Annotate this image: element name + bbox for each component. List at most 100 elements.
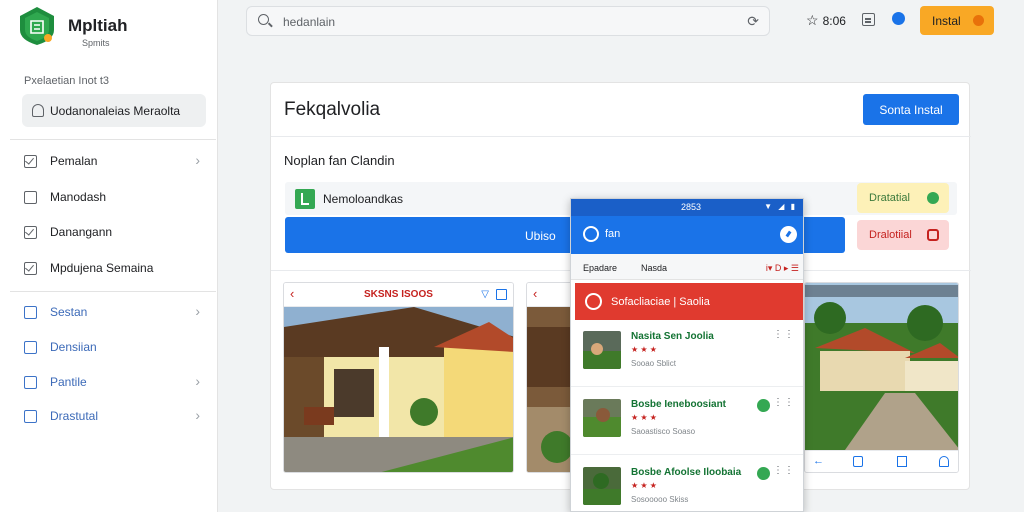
edit-icon [24,155,37,168]
item-meta: Sosooooo Skiss [631,495,689,504]
phone-app-bar: fan [571,216,803,254]
phone-tab[interactable]: Nasda [641,263,667,273]
item-stars: ★ ★ ★ [631,481,657,490]
checkbox-icon [24,262,37,275]
profile-dot-icon[interactable] [892,12,905,25]
status-pill-yellow[interactable]: Dratatial [857,183,949,213]
photo-bottom-bar: ← [805,450,958,472]
list-item[interactable]: Bosbe Ieneboosiant ★ ★ ★ Saoastisco Soas… [571,389,803,455]
sidebar-item-label: Manodash [50,190,107,204]
more-icon[interactable]: ⋮⋮ [773,465,795,476]
search-bar[interactable]: hedanlain ⟳ [246,6,770,36]
folder-icon [24,376,37,389]
item-meta: Saoastisco Soaso [631,427,696,436]
item-name: Nasita Sen Joolia [631,331,714,342]
back-icon[interactable]: ‹ [533,286,537,301]
sidebar-item-label: Pantile [50,375,87,389]
sidebar-item-drastutal[interactable]: Drastutal › [24,405,208,429]
check-circle-icon [927,192,939,204]
phone-banner[interactable]: Sofacliaciae | Saolia [575,283,803,320]
item-meta: Sooao Sblict [631,359,676,368]
chevron-right-icon: › [195,152,200,168]
square-icon[interactable] [496,289,507,300]
back-icon[interactable]: ‹ [290,286,294,301]
lock-icon[interactable] [939,456,949,467]
item-thumbnail [583,467,621,505]
download-icon [973,15,984,26]
more-icon[interactable]: ⋮⋮ [773,329,795,340]
square-icon[interactable] [897,456,907,467]
refresh-icon[interactable]: ⟳ [747,13,759,30]
sidebar-item-label: Drastutal [50,409,99,423]
item-stars: ★ ★ ★ [631,345,657,354]
chevron-right-icon: › [195,373,200,389]
sidebar-item-pantile[interactable]: Pantile › [24,371,208,395]
folder-icon [24,410,37,423]
sidebar-item-mpdujena[interactable]: Mpdujena Semaina [24,257,208,281]
sidebar-item-label: Pemalan [50,154,98,168]
sidebar-item-label: Densiian [50,340,97,354]
sidebar: Mpltiah Spmits Pxelaetian Inot t3 Uodano… [0,0,218,512]
home-icon[interactable] [853,456,863,467]
more-icon[interactable]: ⋮⋮ [773,397,795,408]
section-subheading: Noplan fan Clandin [284,153,395,168]
sidebar-item-label: Danangann [50,225,113,239]
photo-panel-right[interactable]: ← [804,282,959,473]
sonta-instal-button[interactable]: Sonta Instal [863,94,959,125]
selected-row-label: Ubiso [525,229,556,243]
search-input[interactable]: hedanlain [283,15,335,29]
status-badge [757,467,770,480]
shield-logo-icon [20,7,54,45]
phone-tab-icons[interactable]: i▾ D ▸ ☰ [766,263,799,274]
edit-fab-icon[interactable] [780,226,797,243]
phone-mockup: 2853 ▼ ◢ ▮ fan Epadare Nasda i▾ D ▸ ☰ So… [570,198,804,512]
signal-icons: ▼ ◢ ▮ [764,202,797,211]
folder-icon [24,306,37,319]
install-label: Instal [932,14,961,28]
house-veranda-photo [284,307,513,472]
photo-title: SKSNS ISOOS [364,289,433,300]
brand[interactable]: Mpltiah Spmits [18,6,208,50]
sidebar-active-item[interactable]: Uodanonaleias Meraolta [22,94,206,127]
phone-tab[interactable]: Epadare [583,263,617,273]
list-item[interactable]: Bosbe Afoolse Iloobaia ★ ★ ★ Sosooooo Sk… [571,457,803,511]
sidebar-item-densiian[interactable]: Densiian [24,336,208,360]
checkbox-icon [24,226,37,239]
item-name: Bosbe Ieneboosiant [631,399,727,410]
filter-icon[interactable]: ▽ [481,289,489,300]
sidebar-item-danangann[interactable]: Danangann [24,221,208,245]
star-label: 8:06 [822,14,846,28]
sidebar-divider [10,139,216,140]
app-logo-icon [583,226,599,242]
folder-icon [24,341,37,354]
app-row-label: Nemoloandkas [323,192,404,206]
primary-button-label: Sonta Instal [879,103,943,117]
rating-indicator[interactable]: ☆ 8:06 [806,12,846,29]
chevron-right-icon: › [195,303,200,319]
phone-status-bar: 2853 ▼ ◢ ▮ [571,199,803,216]
back-arrow-icon[interactable]: ← [813,455,824,467]
sidebar-item-label: Mpdujena Semaina [50,261,154,275]
list-item[interactable]: Nasita Sen Joolia ★ ★ ★ Sooao Sblict ⋮⋮ [571,321,803,387]
phone-time: 2853 [681,202,702,212]
phone-appbar-label: fan [605,228,621,240]
status-pill-pink[interactable]: Dralotiial [857,220,949,250]
sidebar-item-pemalan[interactable]: Pemalan › [24,150,208,174]
sidebar-item-sestan[interactable]: Sestan › [24,301,208,325]
document-icon[interactable] [862,13,875,26]
star-icon: ☆ [806,12,819,28]
pill-label: Dratatial [869,192,910,204]
item-thumbnail [583,399,621,437]
garden-courtyard-photo [805,283,958,450]
sidebar-item-manodash[interactable]: Manodash [24,186,208,210]
sidebar-item-label: Sestan [50,305,88,319]
app-name: Mpltiah [68,16,128,35]
sidebar-active-label: Uodanonaleias Meraolta [50,104,181,118]
sidebar-section-label: Pxelaetian Inot t3 [24,75,110,87]
square-icon [927,229,939,241]
photo-panel-left[interactable]: ‹ SKSNS ISOOS ▽ [283,282,514,473]
install-button[interactable]: Instal [920,6,994,35]
item-stars: ★ ★ ★ [631,413,657,422]
alert-icon [585,293,602,310]
box-icon [24,191,37,204]
